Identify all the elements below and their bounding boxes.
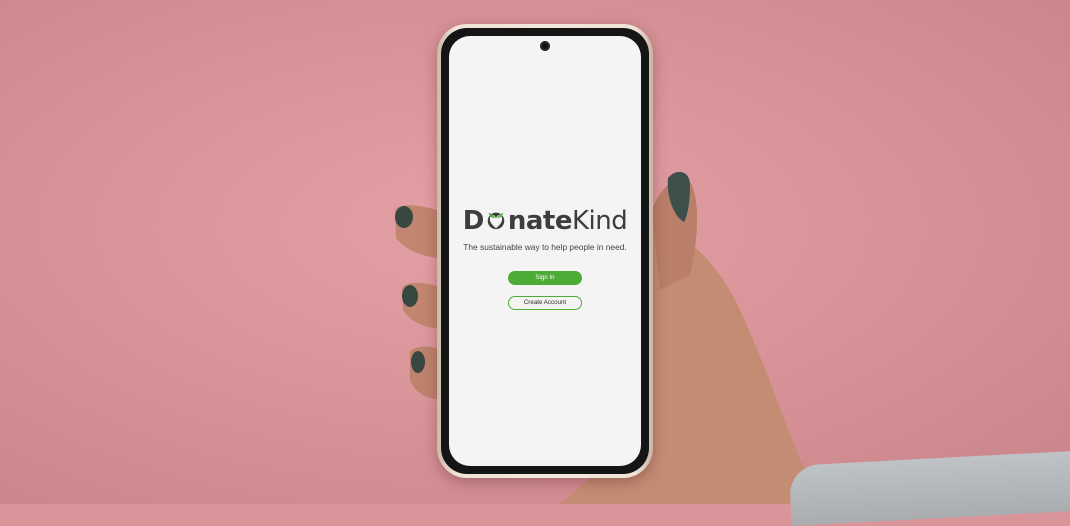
sign-in-button[interactable]: Sign In <box>508 271 582 285</box>
nail-middle <box>402 285 418 307</box>
nail-top <box>395 206 413 228</box>
tagline: The sustainable way to help people in ne… <box>463 242 627 252</box>
logo-letter-d: D <box>462 206 485 236</box>
create-account-button[interactable]: Create Account <box>508 296 582 310</box>
front-camera-icon <box>540 41 550 51</box>
phone-screen: D nateKind The sustainable way to help p… <box>449 36 641 466</box>
logo-light-text: Kind <box>571 206 628 236</box>
smartphone: D nateKind The sustainable way to help p… <box>437 24 653 478</box>
donatekind-logo: D nateKind <box>449 206 641 236</box>
nail-bottom <box>411 351 425 373</box>
leaf-heart-icon <box>487 212 505 230</box>
logo-bold-text: nate <box>507 206 573 236</box>
phone-bezel: D nateKind The sustainable way to help p… <box>441 28 649 474</box>
